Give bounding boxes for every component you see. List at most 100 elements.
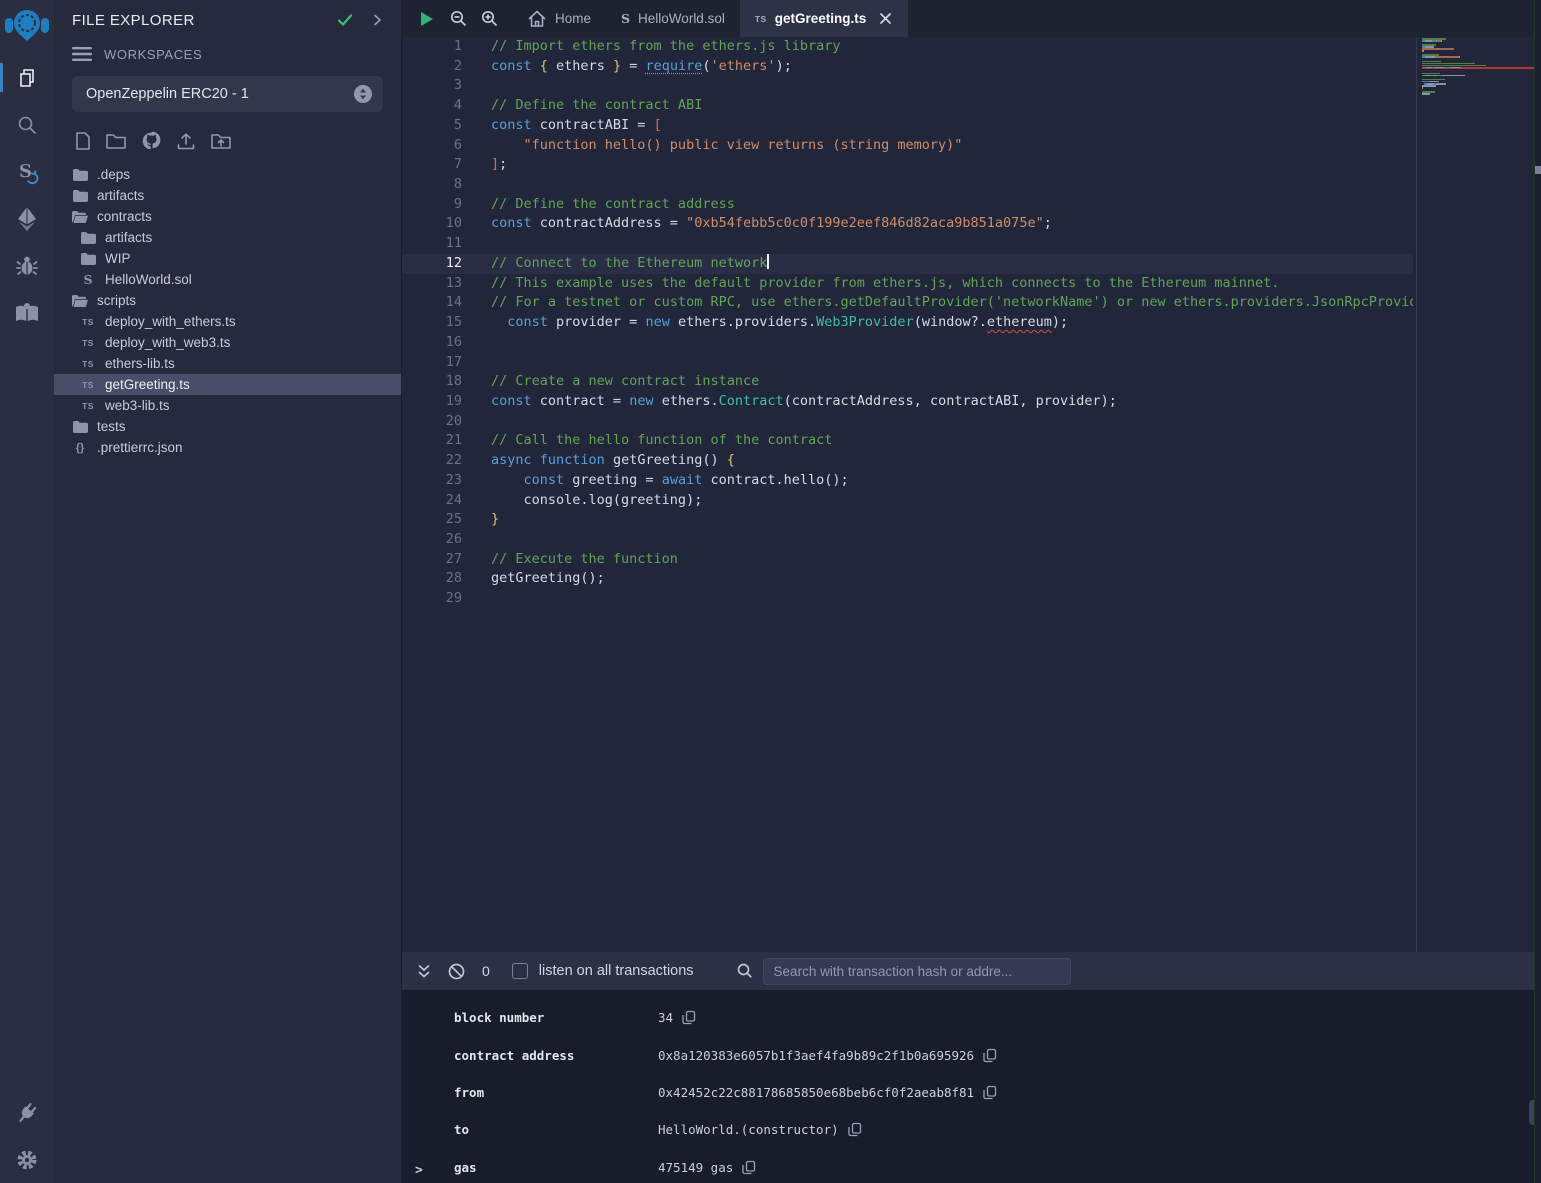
gutter-gap [462,530,491,550]
gutter-gap [462,333,491,353]
chevron-right-icon[interactable] [369,12,385,28]
workspace-selected-value: OpenZeppelin ERC20 - 1 [86,86,353,102]
terminal-search-input[interactable] [763,958,1071,985]
code-line-21[interactable]: 21// Call the hello function of the cont… [402,431,1413,451]
clear-console-icon[interactable] [447,962,466,981]
code-line-3[interactable]: 3 [402,76,1413,96]
home-icon [527,9,547,28]
upload-file-icon[interactable] [175,131,197,151]
code-line-27[interactable]: 27// Execute the function [402,550,1413,570]
terminal-row-contract-address: contract address0x8a120383e6057b1f3aef4f… [402,1036,1541,1073]
code-editor[interactable]: 1// Import ethers from the ethers.js lib… [402,37,1541,952]
gutter-gap [462,214,491,234]
code-line-5[interactable]: 5const contractABI = [ [402,116,1413,136]
new-folder-icon[interactable] [105,131,127,151]
tree-item-.prettierrc.json[interactable]: {}.prettierrc.json [54,437,401,458]
code-line-26[interactable]: 26 [402,530,1413,550]
tree-item-artifacts[interactable]: artifacts [54,185,401,206]
expand-terminal-icon[interactable] [416,963,432,980]
check-icon[interactable] [335,10,355,30]
code-line-23[interactable]: 23 const greeting = await contract.hello… [402,471,1413,491]
new-file-icon[interactable] [74,131,92,151]
activity-file-explorer[interactable] [0,54,54,101]
code-line-19[interactable]: 19const contract = new ethers.Contract(c… [402,392,1413,412]
code-line-11[interactable]: 11 [402,234,1413,254]
tab-Home[interactable]: Home [512,0,606,37]
tree-item-tests[interactable]: tests [54,416,401,437]
code-line-9[interactable]: 9// Define the contract address [402,195,1413,215]
code-line-12[interactable]: 12// Connect to the Ethereum network [402,254,1413,274]
code-line-28[interactable]: 28getGreeting(); [402,569,1413,589]
hamburger-menu-icon[interactable] [72,46,92,62]
tree-item-label: getGreeting.ts [105,377,190,392]
listen-all-transactions-checkbox[interactable] [512,963,528,979]
code-line-4[interactable]: 4// Define the contract ABI [402,96,1413,116]
code-line-13[interactable]: 13// This example uses the default provi… [402,274,1413,294]
copy-icon[interactable] [983,1048,997,1063]
files-icon [15,66,39,90]
tab-getGreeting.ts[interactable]: TSgetGreeting.ts [740,0,908,37]
activity-debugger[interactable] [0,242,54,289]
code-line-22[interactable]: 22async function getGreeting() { [402,451,1413,471]
page-scrollbar-thumb[interactable] [1535,166,1541,174]
terminal-row-value: 475149 gas [658,1160,756,1175]
zoom-in-icon[interactable] [480,9,499,28]
code-line-25[interactable]: 25} [402,510,1413,530]
panel-title: FILE EXPLORER [72,12,321,29]
workspace-select[interactable]: OpenZeppelin ERC20 - 1 [72,76,383,112]
tree-item-.deps[interactable]: .deps [54,164,401,185]
page-scrollbar[interactable] [1534,0,1541,1183]
code-line-2[interactable]: 2const { ethers } = require('ethers'); [402,57,1413,77]
tree-item-getGreeting.ts[interactable]: TSgetGreeting.ts [54,374,401,395]
code-line-24[interactable]: 24 console.log(greeting); [402,491,1413,511]
activity-solidity-compiler[interactable]: S [0,148,54,195]
tree-item-deploy_with_ethers.ts[interactable]: TSdeploy_with_ethers.ts [54,311,401,332]
code-line-10[interactable]: 10const contractAddress = "0xb54febb5c0c… [402,214,1413,234]
code-line-15[interactable]: 15 const provider = new ethers.providers… [402,313,1413,333]
activity-settings[interactable] [0,1136,54,1183]
tree-item-scripts[interactable]: scripts [54,290,401,311]
line-number: 7 [402,155,462,175]
terminal-prompt[interactable]: > [415,1163,423,1178]
code-line-29[interactable]: 29 [402,589,1413,609]
upload-folder-icon[interactable] [210,131,232,151]
code-line-7[interactable]: 7]; [402,155,1413,175]
gutter-gap [462,451,491,471]
code-line-6[interactable]: 6 "function hello() public view returns … [402,136,1413,156]
activity-deploy-and-run[interactable] [0,195,54,242]
minimap[interactable] [1416,37,1534,952]
tree-item-HelloWorld.sol[interactable]: SHelloWorld.sol [54,269,401,290]
copy-icon[interactable] [848,1122,862,1137]
tree-item-contracts[interactable]: contracts [54,206,401,227]
tab-HelloWorld.sol[interactable]: SHelloWorld.sol [606,0,740,37]
zoom-out-icon[interactable] [449,9,468,28]
workspace-stepper-icon[interactable] [353,84,373,104]
gutter-gap [462,254,491,274]
gutter-gap [462,116,491,136]
code-line-18[interactable]: 18// Create a new contract instance [402,372,1413,392]
code-line-16[interactable]: 16 [402,333,1413,353]
code-line-8[interactable]: 8 [402,175,1413,195]
copy-icon[interactable] [742,1160,756,1175]
line-number: 4 [402,96,462,116]
code-line-14[interactable]: 14// For a testnet or custom RPC, use et… [402,293,1413,313]
terminal-row-key: from [454,1085,658,1100]
tree-item-artifacts[interactable]: artifacts [54,227,401,248]
copy-icon[interactable] [983,1085,997,1100]
activity-plugin-manager[interactable] [0,1089,54,1136]
tree-item-label: .deps [97,167,130,182]
tree-item-deploy_with_web3.ts[interactable]: TSdeploy_with_web3.ts [54,332,401,353]
close-tab-icon[interactable] [878,11,893,26]
run-script-icon[interactable] [415,8,437,30]
tree-item-WIP[interactable]: WIP [54,248,401,269]
tree-item-ethers-lib.ts[interactable]: TSethers-lib.ts [54,353,401,374]
copy-icon[interactable] [682,1010,696,1025]
activity-learneth[interactable] [0,289,54,336]
activity-search[interactable] [0,101,54,148]
code-text: // Import ethers from the ethers.js libr… [491,37,841,57]
code-line-20[interactable]: 20 [402,412,1413,432]
github-icon[interactable] [140,130,162,152]
code-line-17[interactable]: 17 [402,353,1413,373]
code-line-1[interactable]: 1// Import ethers from the ethers.js lib… [402,37,1413,57]
tree-item-web3-lib.ts[interactable]: TSweb3-lib.ts [54,395,401,416]
